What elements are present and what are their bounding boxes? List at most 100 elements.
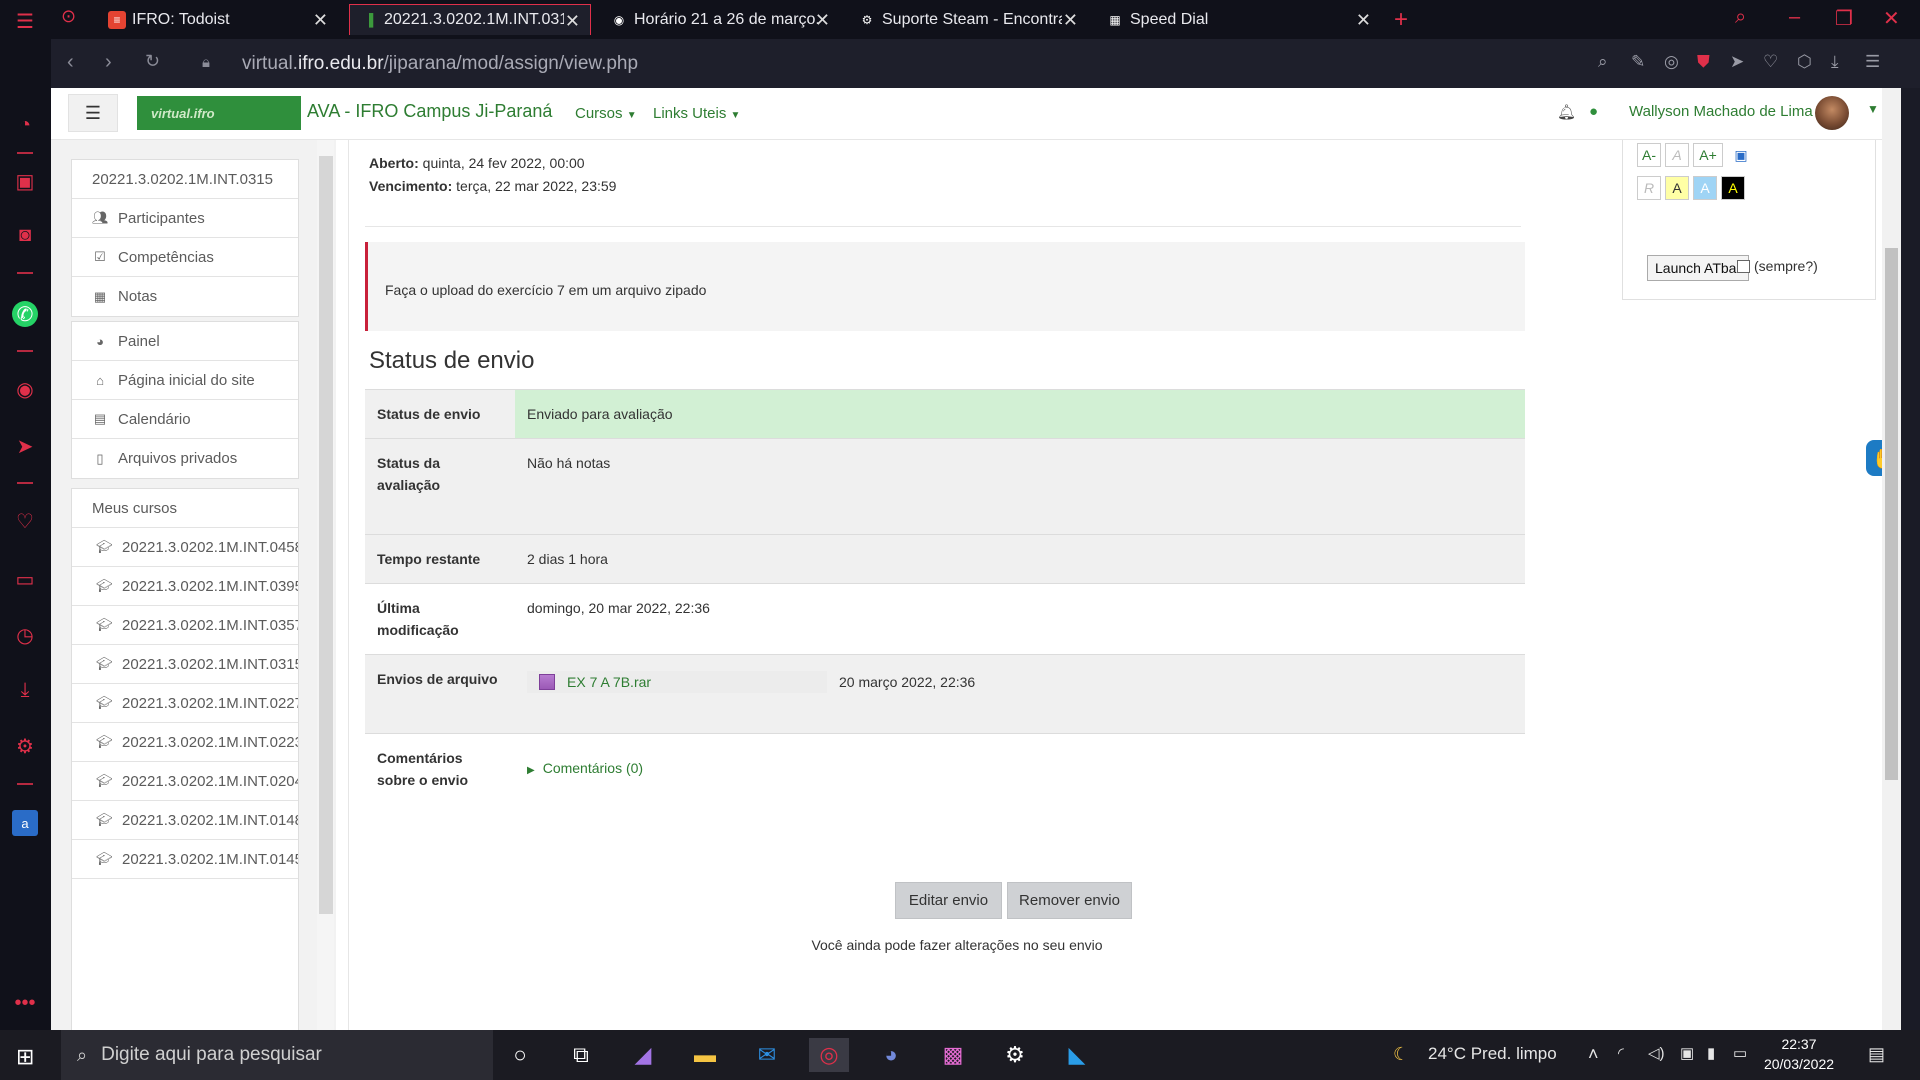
search-page-icon[interactable]: ⌕ xyxy=(1598,52,1608,72)
tabs-icon[interactable]: ▭ xyxy=(12,566,38,592)
file-explorer-icon[interactable]: ▬ xyxy=(688,1038,722,1072)
tab-horario[interactable]: ◉ Horário 21 a 26 de março.p ✕ xyxy=(600,4,840,35)
player-icon[interactable]: ◉ xyxy=(12,376,38,402)
atbar-black-scheme-button[interactable]: A xyxy=(1721,176,1745,200)
download-icon[interactable]: ⤓ xyxy=(12,677,38,703)
drawer-item-course[interactable]: 20221.3.0202.1M.INT.0315 xyxy=(72,160,298,199)
close-icon[interactable]: ✕ xyxy=(565,11,580,32)
drawer-scrollbar-thumb[interactable] xyxy=(319,156,333,914)
history-icon[interactable]: ◷ xyxy=(12,622,38,648)
drawer-item-my-course[interactable]: 🎓︎ 20221.3.0202.1M.INT.0458 xyxy=(72,528,298,567)
drawer-item-my-course[interactable]: 🎓︎ 20221.3.0202.1M.INT.0204 xyxy=(72,762,298,801)
camera-icon[interactable]: ▣ xyxy=(1680,1044,1694,1062)
speedometer-icon[interactable]: ◔ xyxy=(12,112,38,138)
drawer-toggle-button[interactable]: ☰ xyxy=(68,94,118,132)
atbar-save-icon[interactable]: ▣ xyxy=(1729,143,1753,167)
microphone-icon[interactable]: ▮ xyxy=(1707,1044,1715,1062)
page-scrollbar[interactable] xyxy=(1882,88,1901,1030)
weather-icon[interactable]: ☾ xyxy=(1393,1044,1409,1065)
atbar-increase-font-button[interactable]: A+ xyxy=(1693,143,1723,167)
file-link[interactable]: EX 7 A 7B.rar xyxy=(567,671,839,693)
menu-icon[interactable]: ☰ xyxy=(12,8,38,34)
atbar-reset-font-button[interactable]: A xyxy=(1665,143,1689,167)
discord-icon[interactable]: ◕ xyxy=(874,1038,908,1072)
heart-icon[interactable]: ♡ xyxy=(1763,52,1778,72)
steam-icon[interactable]: ⚙ xyxy=(998,1038,1032,1072)
drawer-item-competencies[interactable]: ☑ Competências xyxy=(72,238,298,277)
drawer-item-my-course[interactable]: 🎓︎ 20221.3.0202.1M.INT.0145 xyxy=(72,840,298,879)
translate-icon[interactable]: a xyxy=(12,810,38,836)
back-icon[interactable]: ‹ xyxy=(67,51,74,74)
drawer-item-dashboard[interactable]: ◕ Painel xyxy=(72,322,298,361)
menu-cursos[interactable]: Cursos ▼ xyxy=(575,105,637,122)
chevron-up-icon[interactable]: ˄ xyxy=(1588,1044,1599,1065)
bell-icon[interactable]: 🔔︎ xyxy=(1557,103,1576,121)
close-icon[interactable]: ✕ xyxy=(313,10,328,31)
drawer-item-my-course[interactable]: 🎓︎ 20221.3.0202.1M.INT.0227 xyxy=(72,684,298,723)
close-icon[interactable]: ✕ xyxy=(1356,10,1371,31)
atbar-blue-scheme-button[interactable]: A xyxy=(1693,176,1717,200)
whatsapp-icon[interactable]: ✆ xyxy=(12,301,38,327)
download-icon[interactable]: ⤓ xyxy=(1831,52,1839,72)
search-icon[interactable]: ⌕ xyxy=(1735,6,1746,29)
drawer-item-my-course[interactable]: 🎓︎ 20221.3.0202.1M.INT.0315 xyxy=(72,645,298,684)
camera-icon[interactable]: ◎ xyxy=(1664,52,1679,72)
drawer-item-my-course[interactable]: 🎓︎ 20221.3.0202.1M.INT.0357 xyxy=(72,606,298,645)
restore-icon[interactable]: ❐ xyxy=(1835,6,1853,31)
edit-submission-button[interactable]: Editar envio xyxy=(895,882,1002,919)
forward-icon[interactable]: › xyxy=(105,51,112,74)
taskbar-search[interactable]: ⌕ Digite aqui para pesquisar xyxy=(61,1030,493,1080)
send-icon[interactable]: ➤ xyxy=(1730,52,1744,72)
twitch-icon[interactable]: ◙ xyxy=(12,222,38,248)
drawer-item-my-course[interactable]: 🎓︎ 20221.3.0202.1M.INT.0148 xyxy=(72,801,298,840)
visual-studio-icon[interactable]: ◢ xyxy=(626,1038,660,1072)
tab-todoist[interactable]: ≡ IFRO: Todoist ✕ xyxy=(98,4,338,35)
comments-toggle[interactable]: ▶ Comentários (0) xyxy=(527,757,1513,782)
keyboard-icon[interactable]: ▭ xyxy=(1733,1044,1747,1062)
tab-steam[interactable]: ⚙ Suporte Steam - Encontrar ✕ xyxy=(848,4,1088,35)
opera-gx-icon[interactable]: ◎ xyxy=(809,1038,849,1072)
heart-icon[interactable]: ♡ xyxy=(12,508,38,534)
atbar-reset-colors-button[interactable]: R xyxy=(1637,176,1661,200)
close-icon[interactable]: ✕ xyxy=(815,10,830,31)
always-checkbox[interactable] xyxy=(1737,259,1750,273)
url-field[interactable]: virtual.ifro.edu.br/jiparana/mod/assign/… xyxy=(242,53,638,75)
bag-icon[interactable]: ▣ xyxy=(12,168,38,194)
clock[interactable]: 22:37 20/03/2022 xyxy=(1757,1034,1841,1074)
weather-text[interactable]: 24°C Pred. limpo xyxy=(1428,1044,1557,1064)
drawer-item-private-files[interactable]: ▯ Arquivos privados xyxy=(72,439,298,478)
tab-speed-dial[interactable]: ▦ Speed Dial ✕ xyxy=(1096,4,1381,35)
remove-submission-button[interactable]: Remover envio xyxy=(1007,882,1132,919)
drawer-item-my-course[interactable]: 🎓︎ 20221.3.0202.1M.INT.0395 xyxy=(72,567,298,606)
drawer-item-participants[interactable]: 👥︎ Participantes xyxy=(72,199,298,238)
settings-icon[interactable]: ⚙ xyxy=(12,733,38,759)
cortana-icon[interactable]: ○ xyxy=(503,1038,537,1072)
shield-icon[interactable]: ⛊ xyxy=(1697,52,1710,72)
site-logo[interactable]: virtual.ifro xyxy=(137,96,301,130)
mail-icon[interactable]: ✉ xyxy=(750,1038,784,1072)
user-menu-caret-icon[interactable]: ▼ xyxy=(1867,102,1879,116)
easy-setup-icon[interactable]: ☰ xyxy=(1865,52,1880,72)
edit-icon[interactable]: ✎ xyxy=(1631,52,1645,72)
game-app-icon[interactable]: ▩ xyxy=(936,1038,970,1072)
launch-atbar-button[interactable]: Launch ATbar xyxy=(1647,255,1750,281)
user-name[interactable]: Wallyson Machado de Lima xyxy=(1629,103,1813,120)
drawer-item-calendar[interactable]: ▤ Calendário xyxy=(72,400,298,439)
drawer-item-my-course[interactable]: 🎓︎ 20221.3.0202.1M.INT.0223 xyxy=(72,723,298,762)
cube-icon[interactable]: ⬡ xyxy=(1797,52,1812,72)
gamepad-icon[interactable]: ⊙ xyxy=(61,6,76,27)
my-courses-header[interactable]: Meus cursos xyxy=(72,489,298,528)
drawer-item-home[interactable]: ⌂ Página inicial do site xyxy=(72,361,298,400)
atbar-decrease-font-button[interactable]: A- xyxy=(1637,143,1661,167)
site-name[interactable]: AVA - IFRO Campus Ji-Paraná xyxy=(307,101,552,122)
wifi-icon[interactable]: ◜ xyxy=(1618,1044,1624,1062)
avatar[interactable] xyxy=(1815,96,1849,130)
new-tab-button[interactable]: + xyxy=(1394,6,1408,34)
menu-links-uteis[interactable]: Links Uteis ▼ xyxy=(653,105,740,122)
drawer-scrollbar[interactable] xyxy=(317,140,334,1030)
minimize-icon[interactable]: – xyxy=(1789,6,1800,29)
windows-start-icon[interactable]: ⊞ xyxy=(16,1044,34,1070)
close-window-icon[interactable]: ✕ xyxy=(1883,6,1900,31)
close-icon[interactable]: ✕ xyxy=(1063,10,1078,31)
atbar-always-option[interactable]: (sempre?) xyxy=(1737,258,1818,274)
